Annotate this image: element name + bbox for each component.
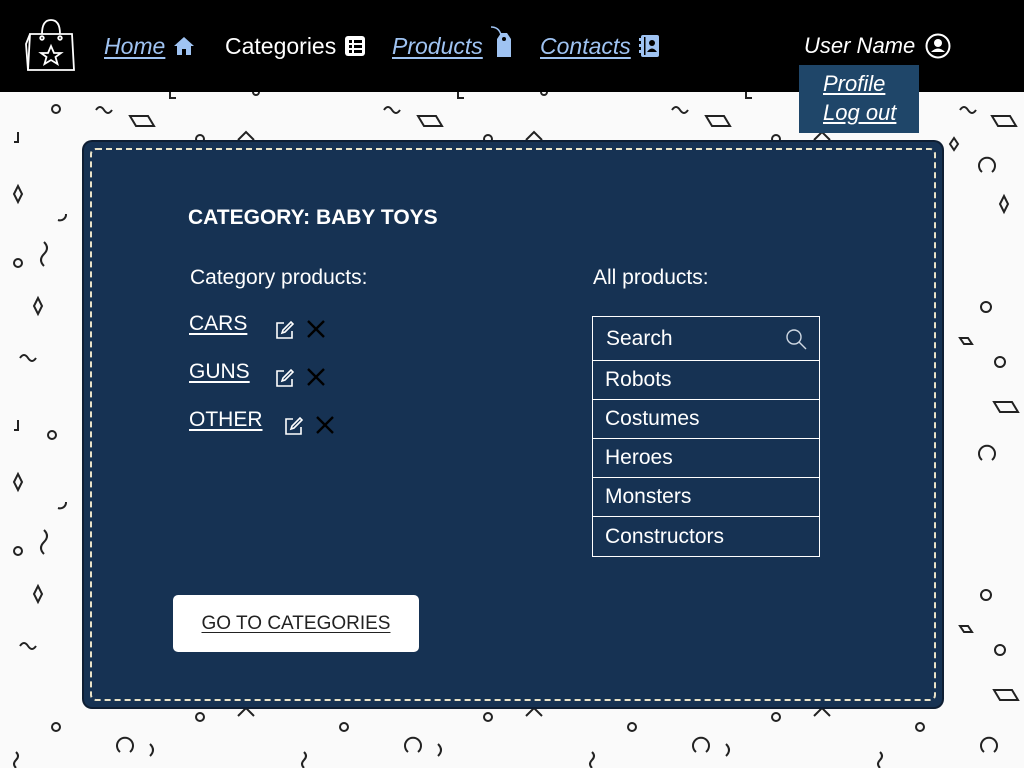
user-icon — [925, 33, 951, 59]
list-icon — [345, 36, 366, 56]
user-name[interactable]: User Name — [804, 33, 915, 59]
delete-icon[interactable] — [315, 415, 335, 435]
category-product-link[interactable]: OTHER — [189, 408, 263, 432]
category-product-link[interactable]: CARS — [189, 312, 247, 336]
edit-icon[interactable] — [275, 368, 295, 388]
go-to-categories-button[interactable]: GO TO CATEGORIES — [173, 595, 419, 652]
product-list-item[interactable]: Monsters — [593, 478, 819, 517]
shopping-bag-logo-icon[interactable] — [24, 16, 78, 74]
search-row — [593, 317, 819, 361]
nav-contacts-label[interactable]: Contacts — [540, 33, 631, 60]
product-list-item[interactable]: Costumes — [593, 400, 819, 439]
user-dropdown-menu: Profile Log out — [799, 65, 919, 133]
category-product-link[interactable]: GUNS — [189, 360, 250, 384]
list-item: GUNS — [189, 360, 325, 408]
nav-home-label[interactable]: Home — [104, 33, 165, 60]
product-list-item[interactable]: Constructors — [593, 517, 819, 556]
nav-categories-label[interactable]: Categories — [225, 33, 336, 60]
category-products-list: CARS GUNS OTHER — [189, 312, 334, 456]
user-account[interactable]: User Name — [804, 28, 951, 64]
delete-icon[interactable] — [306, 319, 326, 339]
address-book-icon — [638, 35, 659, 57]
nav-contacts[interactable]: Contacts — [540, 28, 661, 64]
nav-products-label[interactable]: Products — [392, 33, 483, 60]
category-title: CATEGORY: BABY TOYS — [188, 206, 438, 229]
list-item: OTHER — [189, 408, 334, 456]
nav-products[interactable]: Products — [392, 26, 515, 64]
category-panel: CATEGORY: BABY TOYS Category products: A… — [84, 142, 942, 707]
delete-icon[interactable] — [306, 367, 326, 387]
nav-categories[interactable]: Categories — [225, 28, 366, 64]
search-icon[interactable] — [785, 328, 807, 350]
tag-icon — [490, 26, 511, 57]
search-input[interactable] — [606, 326, 776, 351]
list-item: CARS — [189, 312, 325, 360]
edit-icon[interactable] — [284, 416, 304, 436]
nav-home[interactable]: Home — [104, 28, 195, 64]
product-list-item[interactable]: Robots — [593, 361, 819, 400]
profile-link[interactable]: Profile — [823, 69, 919, 98]
product-list-item[interactable]: Heroes — [593, 439, 819, 478]
all-products-list: Robots Costumes Heroes Monsters Construc… — [592, 316, 820, 557]
edit-icon[interactable] — [275, 320, 295, 340]
all-products-label: All products: — [593, 266, 709, 289]
logout-link[interactable]: Log out — [823, 98, 919, 127]
home-icon — [174, 37, 195, 55]
category-products-label: Category products: — [190, 266, 368, 289]
